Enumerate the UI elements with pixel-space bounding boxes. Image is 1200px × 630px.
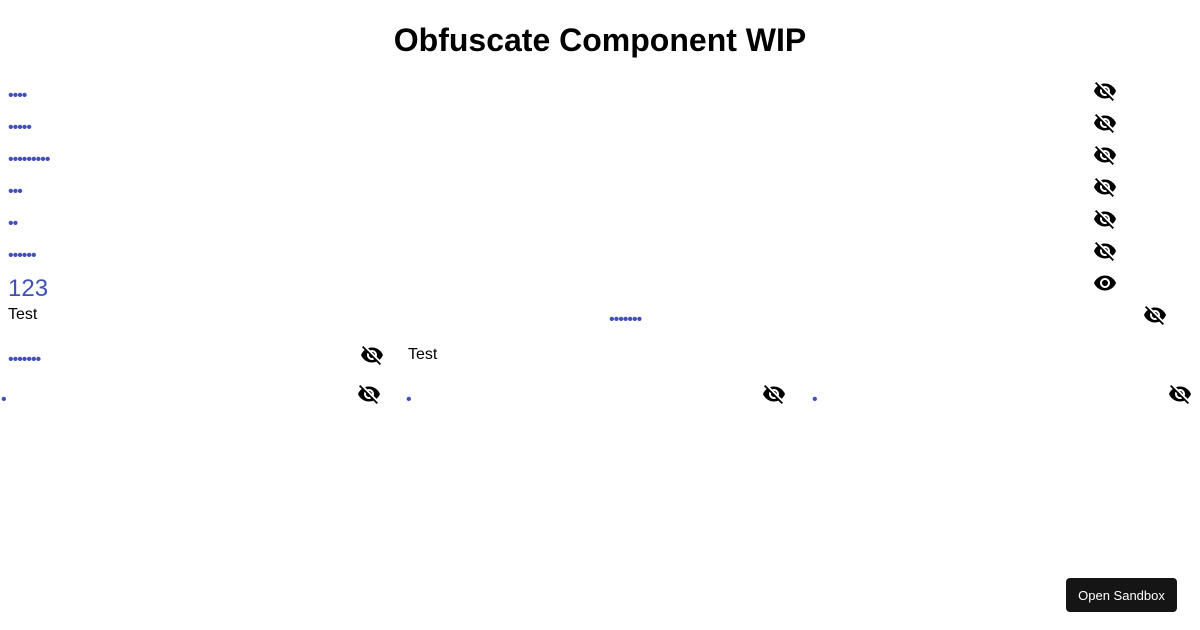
eye-off-icon[interactable] (1093, 239, 1117, 263)
masked-value-grid-1: ••••••• (8, 351, 41, 368)
eye-off-icon[interactable] (1143, 303, 1167, 327)
masked-value-3: ••••••••• (8, 151, 50, 168)
grid-text: Test (408, 346, 438, 363)
masked-value-grid-4: • (812, 391, 818, 408)
masked-value-grid-2: • (1, 391, 7, 408)
page: Obfuscate Component WIP •••• ••••• •••••… (0, 0, 1200, 630)
eye-off-icon[interactable] (1168, 382, 1192, 406)
eye-off-icon[interactable] (1093, 207, 1117, 231)
eye-off-icon[interactable] (1093, 175, 1117, 199)
eye-off-icon[interactable] (360, 343, 384, 367)
page-title: Obfuscate Component WIP (393, 22, 807, 58)
eye-off-icon[interactable] (357, 382, 381, 406)
masked-value-row: ••••••• (609, 311, 642, 328)
revealed-value: 123 (8, 275, 49, 302)
masked-value-1: •••• (8, 87, 27, 104)
masked-value-grid-3: • (406, 391, 412, 408)
eye-off-icon[interactable] (1093, 79, 1117, 103)
open-sandbox-button[interactable]: Open Sandbox (1066, 578, 1177, 612)
row-label: Test (8, 306, 38, 323)
eye-off-icon[interactable] (1093, 111, 1117, 135)
masked-value-4: ••• (8, 183, 23, 200)
eye-off-icon[interactable] (1093, 143, 1117, 167)
masked-value-6: •••••• (8, 247, 37, 264)
eye-icon[interactable] (1093, 271, 1117, 295)
eye-off-icon[interactable] (762, 382, 786, 406)
masked-value-5: •• (8, 215, 18, 232)
masked-value-2: ••••• (8, 119, 32, 136)
